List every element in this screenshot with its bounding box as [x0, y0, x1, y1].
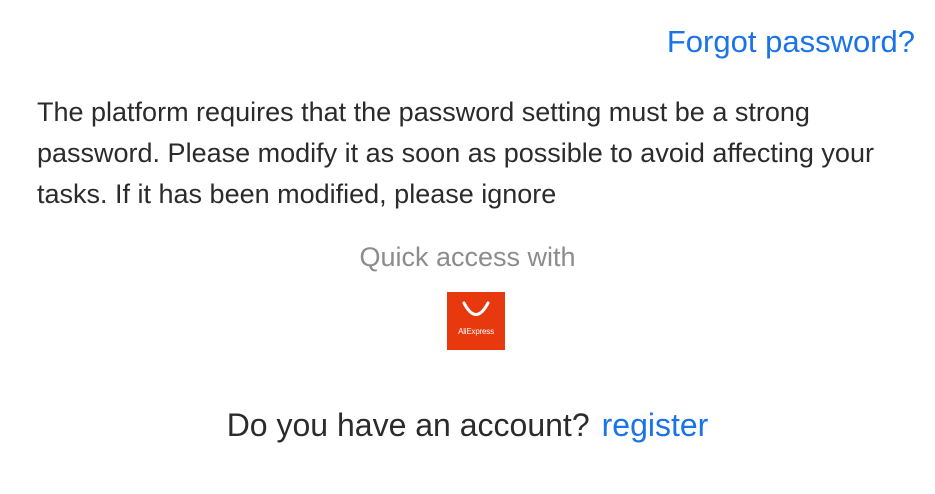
quick-access-label: Quick access with	[359, 242, 576, 272]
aliexpress-logo-text: AliExpress	[458, 327, 494, 336]
aliexpress-logo-icon	[462, 301, 490, 316]
aliexpress-login-button[interactable]: AliExpress	[447, 292, 505, 350]
forgot-password-link[interactable]: Forgot password?	[667, 24, 915, 60]
account-row: Do you have an account? register	[0, 405, 935, 445]
password-notice: The platform requires that the password …	[37, 97, 874, 209]
page: Forgot password? The platform requires t…	[0, 0, 935, 494]
account-prompt: Do you have an account?	[226, 407, 590, 443]
register-link[interactable]: register	[602, 407, 709, 443]
